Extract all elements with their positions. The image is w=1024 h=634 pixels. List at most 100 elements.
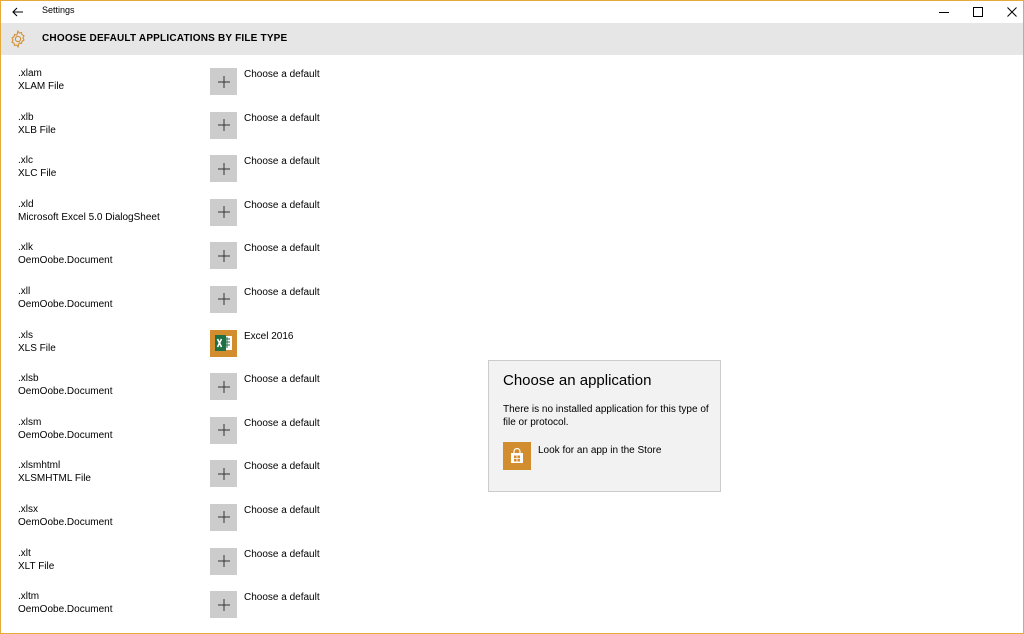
default-app-label[interactable]: Choose a default <box>244 113 320 125</box>
title-bar: Settings <box>1 1 1023 23</box>
plus-icon <box>217 206 230 219</box>
file-extension: .xlc <box>18 155 33 167</box>
choose-default-button[interactable] <box>210 68 237 95</box>
list-item: .xlc XLC File Choose a default <box>1 142 481 186</box>
choose-default-button[interactable] <box>210 503 237 531</box>
choose-default-button[interactable] <box>210 111 237 139</box>
file-extension: .xlsx <box>18 503 38 515</box>
default-app-label[interactable]: Choose a default <box>244 200 320 212</box>
plus-icon <box>217 511 230 524</box>
choose-default-button[interactable] <box>210 547 237 575</box>
back-arrow-icon <box>12 7 23 17</box>
default-app-label[interactable]: Choose a default <box>244 549 320 561</box>
file-extension: .xlt <box>18 547 31 559</box>
list-item: .xlsb OemOobe.Document Choose a default <box>1 360 481 404</box>
close-button[interactable] <box>995 1 1023 23</box>
file-extension: .xlk <box>18 242 33 254</box>
file-description: OemOobe.Document <box>18 604 113 616</box>
plus-icon <box>217 162 230 175</box>
plus-icon <box>217 467 230 480</box>
plus-icon <box>217 293 230 306</box>
choose-application-flyout: Choose an application There is no instal… <box>488 360 721 492</box>
choose-default-button[interactable] <box>210 285 237 313</box>
default-app-label[interactable]: Choose a default <box>244 156 320 168</box>
list-item: .xlb XLB File Choose a default <box>1 99 481 143</box>
choose-default-button[interactable] <box>210 460 237 488</box>
excel-app-button[interactable] <box>210 329 237 357</box>
store-icon <box>503 442 531 470</box>
default-app-label[interactable]: Choose a default <box>244 505 320 517</box>
file-extension: .xlsm <box>18 416 42 428</box>
plus-icon <box>217 249 230 262</box>
page-header: CHOOSE DEFAULT APPLICATIONS BY FILE TYPE <box>1 23 1023 55</box>
choose-default-button[interactable] <box>210 155 237 183</box>
choose-default-button[interactable] <box>210 373 237 401</box>
plus-icon <box>217 75 230 88</box>
file-description: XLC File <box>18 168 57 180</box>
file-description: XLS File <box>18 342 56 354</box>
file-extension: .xlsmhtml <box>18 460 61 472</box>
choose-default-button[interactable] <box>210 242 237 270</box>
list-item: .xlsx OemOobe.Document Choose a default <box>1 491 481 535</box>
plus-icon <box>217 598 230 611</box>
plus-icon <box>217 119 230 132</box>
choose-default-button[interactable] <box>210 591 237 619</box>
list-item: .xlk OemOobe.Document Choose a default <box>1 229 481 273</box>
store-link-button[interactable]: Look for an app in the Store <box>503 442 703 470</box>
file-description: XLAM File <box>18 81 65 92</box>
file-extension: .xlsb <box>18 373 39 385</box>
list-item: .xlsmhtml XLSMHTML File Choose a default <box>1 447 481 491</box>
file-description: Microsoft Excel 5.0 DialogSheet <box>18 211 160 223</box>
settings-window: Settings CHOOSE DEFAULT APPLICATIONS BY … <box>0 0 1024 634</box>
default-app-label[interactable]: Choose a default <box>244 69 320 81</box>
list-item: .xlam XLAM File Choose a default <box>1 55 481 99</box>
file-description: OemOobe.Document <box>18 516 113 528</box>
default-app-label[interactable]: Choose a default <box>244 374 320 386</box>
maximize-button[interactable] <box>961 1 995 23</box>
minimize-button[interactable] <box>927 1 961 23</box>
default-app-label[interactable]: Choose a default <box>244 461 320 473</box>
default-app-label[interactable]: Choose a default <box>244 287 320 299</box>
plus-icon <box>217 424 230 437</box>
list-item: .xld Microsoft Excel 5.0 DialogSheet Cho… <box>1 186 481 230</box>
file-extension: .xll <box>18 285 31 297</box>
file-description: XLB File <box>18 124 56 136</box>
list-item: .xlt XLT File Choose a default <box>1 535 481 579</box>
file-extension: .xlb <box>18 111 34 123</box>
file-description: OemOobe.Document <box>18 255 113 267</box>
list-item: .xlsm OemOobe.Document Choose a default <box>1 404 481 448</box>
list-item: .xltm OemOobe.Document Choose a default <box>1 578 481 622</box>
flyout-title: Choose an application <box>503 372 652 389</box>
file-extension: .xls <box>18 329 33 341</box>
default-app-label[interactable]: Choose a default <box>244 243 320 255</box>
default-app-label[interactable]: Choose a default <box>244 592 320 604</box>
list-item: .xll OemOobe.Document Choose a default <box>1 273 481 317</box>
close-icon <box>1007 7 1017 17</box>
list-item-partial <box>1 622 481 633</box>
file-type-list: .xlam XLAM File Choose a default .xlb XL… <box>1 55 481 633</box>
excel-icon <box>214 335 232 352</box>
default-app-label[interactable]: Choose a default <box>244 418 320 430</box>
file-description: OemOobe.Document <box>18 429 113 441</box>
choose-default-button[interactable] <box>210 416 237 444</box>
file-description: XLT File <box>18 560 55 572</box>
store-link-label: Look for an app in the Store <box>538 445 662 456</box>
choose-default-button[interactable] <box>210 198 237 226</box>
back-button[interactable] <box>1 1 35 23</box>
file-extension: .xld <box>18 198 34 210</box>
file-description: OemOobe.Document <box>18 386 113 398</box>
gear-icon <box>11 30 25 48</box>
page-title: CHOOSE DEFAULT APPLICATIONS BY FILE TYPE <box>42 33 288 44</box>
file-description: XLSMHTML File <box>18 473 91 485</box>
maximize-icon <box>973 7 983 17</box>
plus-icon <box>217 555 230 568</box>
flyout-message: There is no installed application for th… <box>503 404 709 428</box>
file-description: OemOobe.Document <box>18 298 113 310</box>
list-item: .xls XLS File Excel 2016 <box>1 317 481 361</box>
plus-icon <box>217 380 230 393</box>
minimize-icon <box>939 12 949 13</box>
file-extension: .xlam <box>18 68 42 79</box>
default-app-label[interactable]: Excel 2016 <box>244 331 293 343</box>
file-extension: .xltm <box>18 591 40 603</box>
window-title: Settings <box>42 5 75 15</box>
